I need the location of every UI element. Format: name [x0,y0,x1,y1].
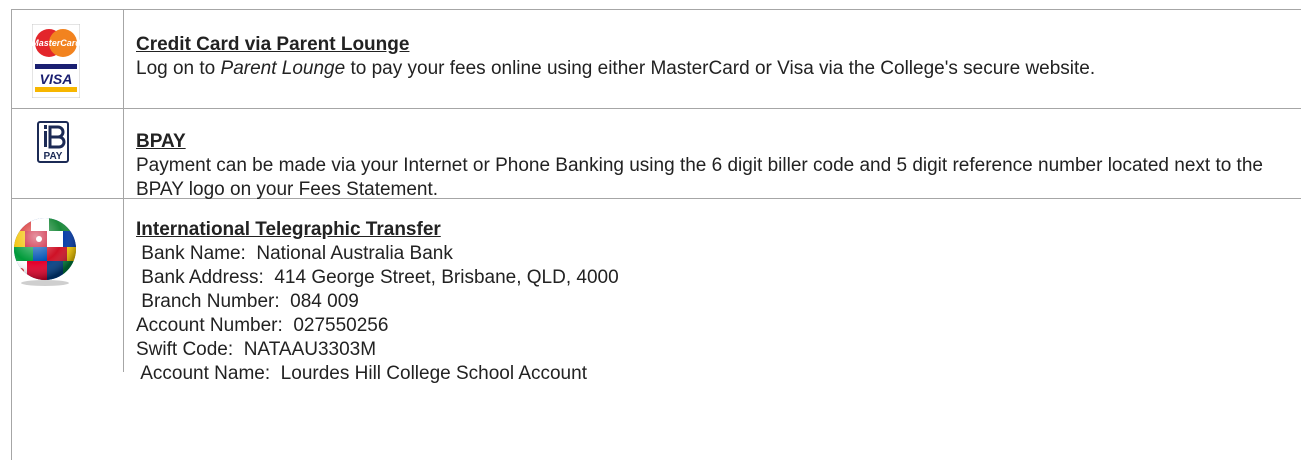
bpay-icon: PAY [37,121,69,163]
account-name-line: Account Name: Lourdes Hill College Schoo… [136,363,587,384]
bank-address-line: Bank Address: 414 George Street, Brisban… [136,267,619,288]
table-row-credit-card: MasterCard VISA Credit Card via Parent L… [12,10,1301,109]
parent-lounge-text: Parent Lounge [220,58,346,79]
credit-card-body-start: Log on to [136,58,221,79]
credit-card-body-end: to pay your fees online using either Mas… [345,58,1096,79]
table-row-telegraphic-transfer: International Telegraphic Transfer Bank … [12,199,1301,461]
payment-methods-table: MasterCard VISA Credit Card via Parent L… [11,9,1301,460]
credit-card-cell: Credit Card via Parent Lounge Log on to … [136,33,1095,81]
bank-name-line: Bank Name: National Australia Bank [136,243,453,264]
bpay-pay-text: PAY [44,151,63,162]
bpay-title: BPAY [136,131,186,152]
telegraphic-transfer-title: International Telegraphic Transfer [136,219,441,240]
mastercard-visa-icon: MasterCard VISA [32,24,80,98]
credit-card-title: Credit Card via Parent Lounge [136,34,410,55]
swift-code-line: Swift Code: NATAAU3303M [136,339,377,360]
telegraphic-transfer-cell: International Telegraphic Transfer Bank … [136,218,619,386]
bpay-body: Payment can be made via your Internet or… [136,155,1263,200]
branch-number-line: Branch Number: 084 009 [136,291,359,312]
visa-logo-text: VISA [40,71,73,87]
account-number-line: Account Number: 027550256 [136,315,389,336]
table-row-bpay: PAY BPAY Payment can be made via your In… [12,109,1301,202]
bpay-cell: BPAY Payment can be made via your Intern… [136,130,1301,202]
mastercard-logo-text: MasterCard [32,38,80,48]
globe-flags-icon [14,218,76,286]
